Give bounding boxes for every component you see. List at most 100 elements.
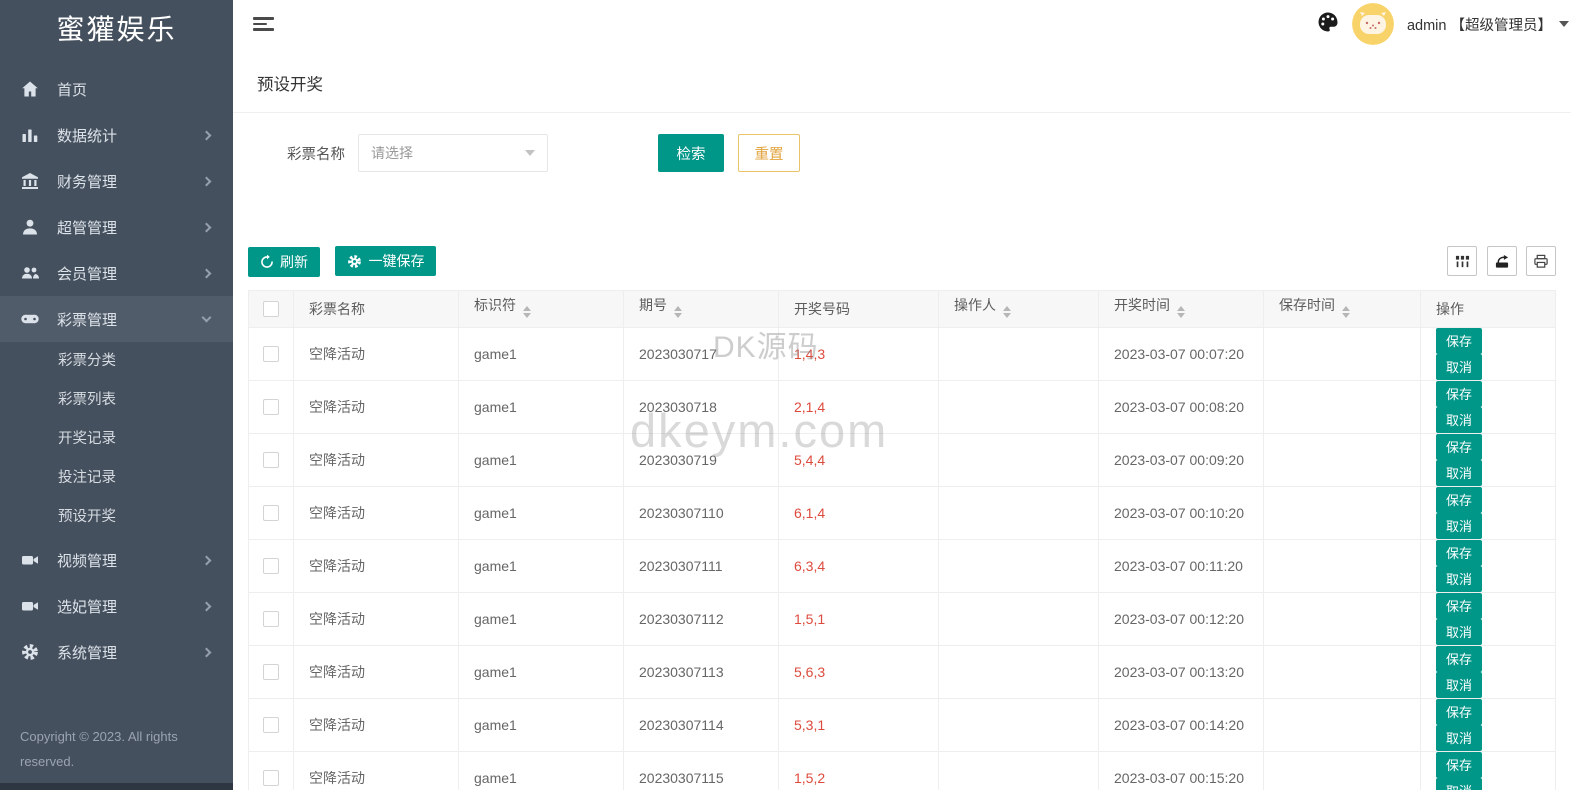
- sidebar-subitem-lottery-category[interactable]: 彩票分类: [0, 342, 233, 381]
- gamepad-icon: [20, 310, 40, 328]
- col-operator[interactable]: 操作人: [939, 290, 1099, 327]
- menu-collapse-icon[interactable]: [251, 10, 273, 38]
- theme-palette-icon[interactable]: [1317, 11, 1339, 38]
- col-identifier[interactable]: 标识符: [459, 290, 624, 327]
- cell-identifier: game1: [459, 433, 624, 486]
- cancel-button[interactable]: 取消: [1436, 619, 1482, 645]
- sidebar-subitem-draw-records[interactable]: 开奖记录: [0, 420, 233, 459]
- print-button[interactable]: [1526, 246, 1556, 276]
- cell-identifier: game1: [459, 327, 624, 380]
- reset-button[interactable]: 重置: [738, 134, 800, 172]
- save-button[interactable]: 保存: [1436, 487, 1482, 513]
- cancel-button[interactable]: 取消: [1436, 407, 1482, 433]
- row-checkbox[interactable]: [263, 611, 279, 627]
- sort-icon[interactable]: [523, 302, 531, 322]
- refresh-icon: [260, 255, 274, 269]
- cell-draw-numbers: 5,4,4: [779, 433, 939, 486]
- lottery-name-select[interactable]: 请选择: [358, 134, 548, 172]
- cell-operator: [939, 592, 1099, 645]
- sidebar-item-video[interactable]: 视频管理: [0, 537, 233, 583]
- sidebar-item-system[interactable]: 系统管理: [0, 629, 233, 675]
- save-button[interactable]: 保存: [1436, 593, 1482, 619]
- cancel-button[interactable]: 取消: [1436, 460, 1482, 486]
- cell-draw-numbers: 1,5,2: [779, 751, 939, 790]
- chevron-right-icon: [202, 555, 212, 565]
- table-row: 空降活动 game1 2023030718 2,1,4 2023-03-07 0…: [249, 380, 1556, 433]
- cell-issue: 2023030719: [624, 433, 779, 486]
- col-draw-time[interactable]: 开奖时间: [1099, 290, 1264, 327]
- save-button[interactable]: 保存: [1436, 752, 1482, 778]
- bank-icon: [20, 172, 40, 190]
- cell-draw-time: 2023-03-07 00:12:20: [1099, 592, 1264, 645]
- sort-icon[interactable]: [674, 302, 682, 322]
- row-checkbox[interactable]: [263, 346, 279, 362]
- col-issue[interactable]: 期号: [624, 290, 779, 327]
- col-save-time[interactable]: 保存时间: [1264, 290, 1421, 327]
- cell-operator: [939, 539, 1099, 592]
- save-button[interactable]: 保存: [1436, 699, 1482, 725]
- table-row: 空降活动 game1 20230307115 1,5,2 2023-03-07 …: [249, 751, 1556, 790]
- cell-actions: 保存 取消: [1421, 539, 1556, 592]
- save-all-button[interactable]: 一键保存: [335, 246, 436, 276]
- save-button[interactable]: 保存: [1436, 540, 1482, 566]
- save-button[interactable]: 保存: [1436, 434, 1482, 460]
- save-button[interactable]: 保存: [1436, 381, 1482, 407]
- cell-operator: [939, 645, 1099, 698]
- sidebar-bottom-strip: [0, 783, 233, 790]
- gear-icon: [20, 643, 40, 661]
- chevron-down-icon: [202, 312, 212, 322]
- cell-save-time: [1264, 486, 1421, 539]
- save-button[interactable]: 保存: [1436, 328, 1482, 354]
- user-avatar[interactable]: [1352, 3, 1394, 45]
- cell-lottery-name: 空降活动: [294, 380, 459, 433]
- export-button[interactable]: [1487, 246, 1517, 276]
- cancel-button[interactable]: 取消: [1436, 672, 1482, 698]
- cell-draw-time: 2023-03-07 00:08:20: [1099, 380, 1264, 433]
- sidebar-item-members[interactable]: 会员管理: [0, 250, 233, 296]
- sidebar: 蜜獾娱乐 首页 数据统计 财务管理: [0, 0, 233, 790]
- row-checkbox[interactable]: [263, 664, 279, 680]
- sidebar-subitem-lottery-list[interactable]: 彩票列表: [0, 381, 233, 420]
- cell-draw-time: 2023-03-07 00:13:20: [1099, 645, 1264, 698]
- row-checkbox[interactable]: [263, 399, 279, 415]
- user-icon: [20, 218, 40, 236]
- chevron-right-icon: [202, 222, 212, 232]
- row-checkbox[interactable]: [263, 452, 279, 468]
- cell-draw-numbers: 5,3,1: [779, 698, 939, 751]
- sort-icon[interactable]: [1177, 302, 1185, 322]
- search-button[interactable]: 检索: [658, 134, 724, 172]
- cancel-button[interactable]: 取消: [1436, 513, 1482, 539]
- sidebar-item-statistics[interactable]: 数据统计: [0, 112, 233, 158]
- sidebar-item-lottery[interactable]: 彩票管理: [0, 296, 233, 342]
- cell-operator: [939, 380, 1099, 433]
- sidebar-item-home[interactable]: 首页: [0, 66, 233, 112]
- row-checkbox[interactable]: [263, 717, 279, 733]
- filter-columns-button[interactable]: [1447, 246, 1477, 276]
- row-checkbox[interactable]: [263, 558, 279, 574]
- sidebar-item-concubine[interactable]: 选妃管理: [0, 583, 233, 629]
- sidebar-item-finance[interactable]: 财务管理: [0, 158, 233, 204]
- row-checkbox[interactable]: [263, 505, 279, 521]
- cell-draw-numbers: 1,5,1: [779, 592, 939, 645]
- cancel-button[interactable]: 取消: [1436, 778, 1482, 790]
- save-button[interactable]: 保存: [1436, 646, 1482, 672]
- sidebar-subitem-bet-records[interactable]: 投注记录: [0, 459, 233, 498]
- cancel-button[interactable]: 取消: [1436, 354, 1482, 380]
- sort-icon[interactable]: [1342, 302, 1350, 322]
- cancel-button[interactable]: 取消: [1436, 725, 1482, 751]
- sidebar-subitem-preset-draw[interactable]: 预设开奖: [0, 498, 233, 537]
- cell-save-time: [1264, 698, 1421, 751]
- cancel-button[interactable]: 取消: [1436, 566, 1482, 592]
- row-checkbox[interactable]: [263, 770, 279, 786]
- lottery-submenu: 彩票分类 彩票列表 开奖记录 投注记录 预设开奖: [0, 342, 233, 537]
- table-row: 空降活动 game1 20230307110 6,1,4 2023-03-07 …: [249, 486, 1556, 539]
- refresh-button[interactable]: 刷新: [248, 247, 320, 277]
- cell-lottery-name: 空降活动: [294, 592, 459, 645]
- sidebar-item-superadmin[interactable]: 超管管理: [0, 204, 233, 250]
- table-toolbar: 刷新 一键保存: [248, 246, 1556, 277]
- cell-operator: [939, 327, 1099, 380]
- table-body: 空降活动 game1 2023030717 1,4,3 2023-03-07 0…: [249, 327, 1556, 790]
- user-menu[interactable]: admin 【超级管理员】: [1407, 14, 1569, 35]
- select-all-checkbox[interactable]: [263, 301, 279, 317]
- sort-icon[interactable]: [1003, 302, 1011, 322]
